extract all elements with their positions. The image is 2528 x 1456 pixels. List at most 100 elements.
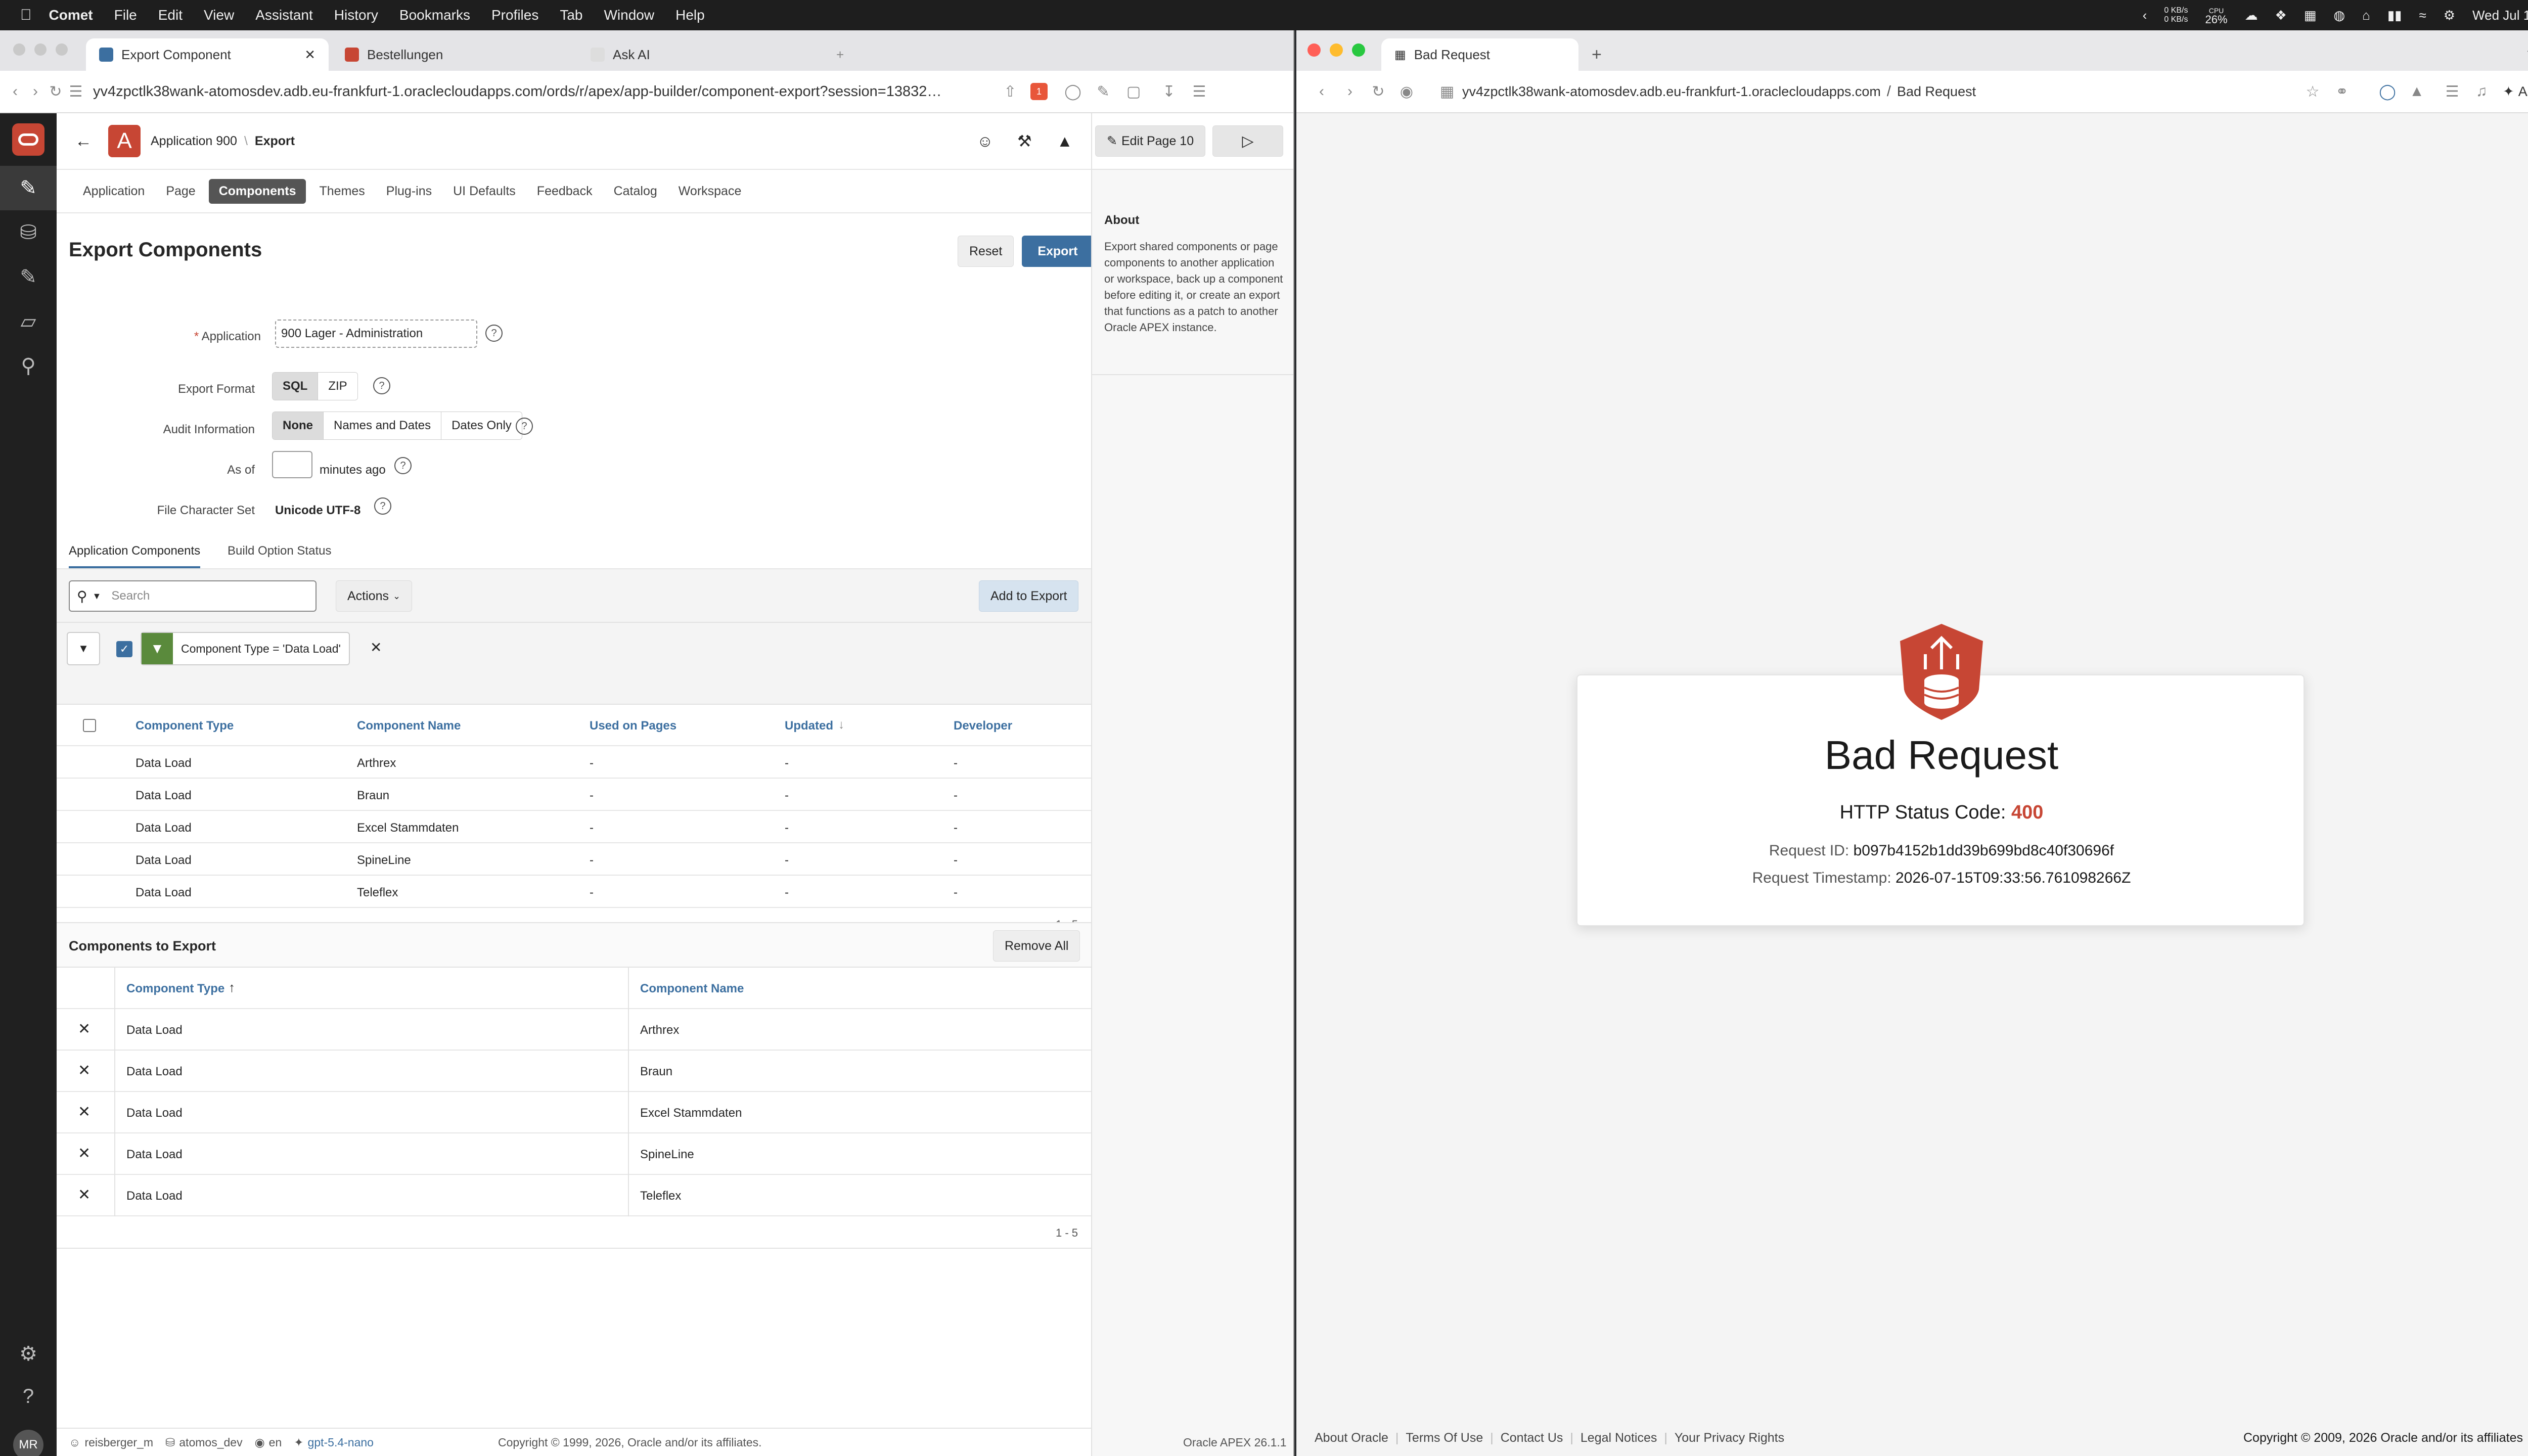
col-component-name[interactable]: Component Name <box>357 719 461 733</box>
subtab-application-components[interactable]: Application Components <box>69 538 201 568</box>
zoom-window-button[interactable] <box>56 43 68 56</box>
tab-bestellungen[interactable]: Bestellungen <box>332 38 574 71</box>
table-row[interactable]: Data Load Braun - - - <box>57 779 1091 811</box>
application-select[interactable]: 900 Lager - Administration <box>275 320 477 348</box>
minimize-window-button[interactable] <box>1330 43 1343 57</box>
footer-link-legal[interactable]: Legal Notices <box>1581 1431 1657 1445</box>
reload-icon[interactable]: ↻ <box>46 81 66 102</box>
application-help-icon[interactable]: ? <box>485 325 503 342</box>
comment-icon[interactable]: ☺ <box>977 132 994 151</box>
col-component-type[interactable]: Component Type <box>136 719 234 733</box>
tab-components[interactable]: Components <box>208 178 306 204</box>
tab-export-component[interactable]: Export Component ✕ <box>86 38 329 71</box>
tab-list-chevron-icon[interactable]: ⌄ <box>2525 42 2528 57</box>
tab-ui-defaults[interactable]: UI Defaults <box>445 184 524 199</box>
audit-help-icon[interactable]: ? <box>516 418 533 435</box>
add-to-export-button[interactable]: Add to Export <box>979 580 1079 612</box>
password-icon[interactable]: ◯ <box>1063 81 1083 102</box>
remove-row-icon[interactable]: ✕ <box>78 1103 91 1121</box>
select-all-checkbox[interactable] <box>83 719 96 732</box>
app-builder-icon[interactable]: ✎ <box>0 166 57 210</box>
wrench-icon[interactable]: ⚒ <box>1017 131 1032 151</box>
col-updated[interactable]: Updated <box>785 719 833 733</box>
search-icon[interactable]: ⚲ <box>0 344 57 388</box>
export-button[interactable]: Export <box>1022 236 1094 267</box>
close-window-button[interactable] <box>13 43 25 56</box>
actions-button[interactable]: Actions ⌄ <box>336 580 413 612</box>
collapse-filter-button[interactable]: ▼ <box>67 632 100 665</box>
help-icon[interactable]: ? <box>0 1374 57 1419</box>
audit-dates-only-option[interactable]: Dates Only <box>441 412 522 439</box>
menu-edit[interactable]: Edit <box>158 7 183 23</box>
subtab-build-option-status[interactable]: Build Option Status <box>228 544 331 558</box>
remove-row-icon[interactable]: ✕ <box>78 1020 91 1038</box>
url-host[interactable]: yv4zpctlk38wank-atomosdev.adb.eu-frankfu… <box>1462 84 1881 100</box>
col-developer[interactable]: Developer <box>954 719 1012 733</box>
reset-button[interactable]: Reset <box>958 236 1014 267</box>
avatar[interactable]: MR <box>13 1430 43 1456</box>
export-format-help-icon[interactable]: ? <box>373 377 390 394</box>
format-sql-option[interactable]: SQL <box>273 373 319 400</box>
link-icon[interactable]: ⚭ <box>2332 81 2352 102</box>
site-info-icon[interactable]: ▦ <box>1437 81 1457 102</box>
team-development-icon[interactable]: ✎ <box>0 255 57 299</box>
cast-icon[interactable]: ◍ <box>2333 8 2345 23</box>
tab-page[interactable]: Page <box>158 184 203 199</box>
back-arrow-icon[interactable]: ← <box>75 131 92 151</box>
chevron-down-icon[interactable]: ▼ <box>93 591 102 602</box>
menu-app-name[interactable]: Comet <box>49 7 93 23</box>
remove-row-icon[interactable]: ✕ <box>78 1062 91 1079</box>
forward-icon[interactable]: › <box>25 81 46 102</box>
minimize-window-button[interactable] <box>34 43 47 56</box>
password-manager-icon[interactable]: ◯ <box>2377 81 2398 102</box>
chevron-left-icon[interactable]: ‹ <box>2143 8 2147 23</box>
new-tab-button[interactable]: + <box>1578 38 1615 71</box>
menu-window[interactable]: Window <box>604 7 655 23</box>
search-field[interactable]: ⚲ ▼ Search <box>69 580 317 612</box>
tab-themes[interactable]: Themes <box>311 184 373 199</box>
footer-link-privacy[interactable]: Your Privacy Rights <box>1675 1431 1784 1445</box>
extensions-icon[interactable]: ▲ <box>2407 81 2427 102</box>
microphone-icon[interactable]: ◉ <box>1396 81 1417 102</box>
search-input[interactable]: Search <box>111 589 150 603</box>
as-of-input[interactable] <box>272 451 312 478</box>
bookmark-star-icon[interactable]: ☆ <box>2303 81 2323 102</box>
filter-enabled-checkbox[interactable]: ✓ <box>116 641 132 657</box>
tab-bad-request[interactable]: ▦ Bad Request <box>1381 38 1578 71</box>
col-component-type[interactable]: Component Type <box>126 982 224 996</box>
tab-ask-ai[interactable]: Ask AI <box>577 38 820 71</box>
clock-text[interactable]: Wed Jul 15 11:35 <box>2472 8 2528 23</box>
tab-workspace[interactable]: Workspace <box>670 184 750 199</box>
download-icon[interactable]: ↧ <box>1159 81 1179 102</box>
menu-tab[interactable]: Tab <box>560 7 582 23</box>
remove-filter-icon[interactable]: ✕ <box>370 639 382 656</box>
table-row[interactable]: Data Load Arthrex - - - <box>57 746 1091 779</box>
zoom-window-button[interactable] <box>1352 43 1365 57</box>
menu-help[interactable]: Help <box>675 7 705 23</box>
format-zip-option[interactable]: ZIP <box>318 373 357 400</box>
assistant-button[interactable]: ✦ Assistant <box>2503 84 2528 100</box>
battery-icon[interactable]: ▮▮ <box>2387 8 2402 23</box>
reload-icon[interactable]: ↻ <box>1368 81 1388 102</box>
remove-row-icon[interactable]: ✕ <box>78 1145 91 1162</box>
as-of-help-icon[interactable]: ? <box>394 457 412 474</box>
col-used-on-pages[interactable]: Used on Pages <box>590 719 676 733</box>
shared-components-icon[interactable]: ▲ <box>1057 132 1073 151</box>
tab-plug-ins[interactable]: Plug-ins <box>378 184 440 199</box>
table-row[interactable]: Data Load SpineLine - - - <box>57 843 1091 876</box>
table-row[interactable]: Data Load Excel Stammdaten - - - <box>57 811 1091 843</box>
new-tab-button[interactable]: + <box>823 38 857 71</box>
tab-feedback[interactable]: Feedback <box>529 184 601 199</box>
site-settings-icon[interactable]: ☰ <box>66 81 86 102</box>
wifi-icon[interactable]: ≈ <box>2419 8 2426 23</box>
gallery-icon[interactable]: ▱ <box>0 299 57 344</box>
tab-search-icon[interactable]: ▢ <box>1123 81 1144 102</box>
admin-icon[interactable]: ⚙ <box>0 1332 57 1376</box>
footer-user[interactable]: reisberger_m <box>84 1436 153 1449</box>
footer-schema[interactable]: atomos_dev <box>179 1436 242 1449</box>
edit-page-button[interactable]: ✎ Edit Page 10 <box>1095 125 1206 157</box>
menu-file[interactable]: File <box>114 7 137 23</box>
home-icon[interactable]: ⌂ <box>2362 8 2370 23</box>
charset-help-icon[interactable]: ? <box>374 497 391 515</box>
back-icon[interactable]: ‹ <box>5 81 25 102</box>
